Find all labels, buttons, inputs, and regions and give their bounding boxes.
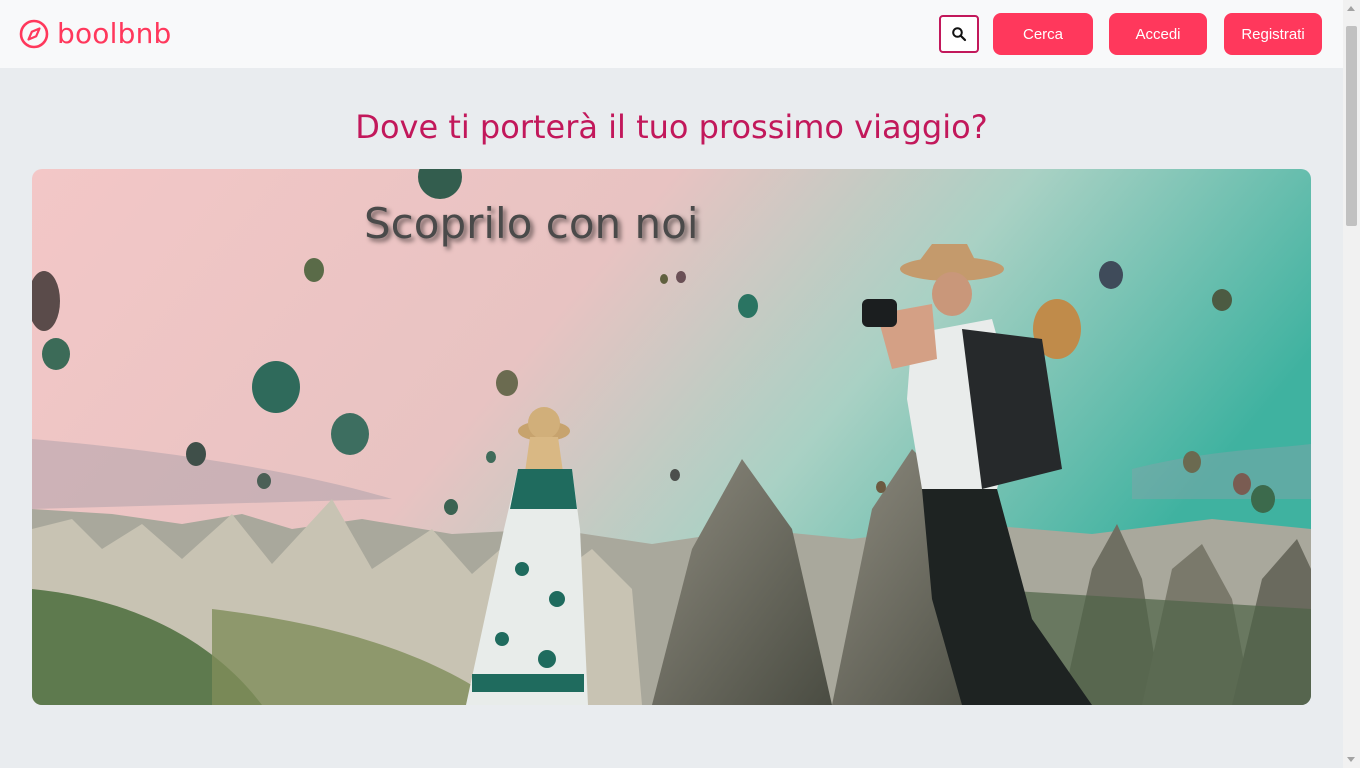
registrati-button[interactable]: Registrati bbox=[1224, 13, 1322, 55]
scroll-up-arrow-icon[interactable] bbox=[1347, 6, 1355, 11]
page-scrollbar[interactable] bbox=[1343, 0, 1360, 768]
scroll-thumb[interactable] bbox=[1346, 26, 1357, 226]
search-icon bbox=[952, 27, 967, 42]
search-button[interactable] bbox=[939, 15, 979, 53]
brand-name: boolbnb bbox=[57, 17, 172, 50]
accedi-button[interactable]: Accedi bbox=[1109, 13, 1207, 55]
scroll-down-arrow-icon[interactable] bbox=[1347, 757, 1355, 762]
hero-title: Scoprilo con noi bbox=[364, 199, 699, 248]
compass-icon bbox=[19, 19, 49, 49]
cerca-button[interactable]: Cerca bbox=[993, 13, 1093, 55]
hero-illustration bbox=[32, 169, 1311, 705]
hero-image: Scoprilo con noi bbox=[32, 169, 1311, 705]
brand-logo[interactable]: boolbnb bbox=[18, 14, 172, 54]
page-headline: Dove ti porterà il tuo prossimo viaggio? bbox=[355, 108, 988, 146]
top-navbar: boolbnb Cerca Accedi Registrati bbox=[0, 0, 1343, 68]
